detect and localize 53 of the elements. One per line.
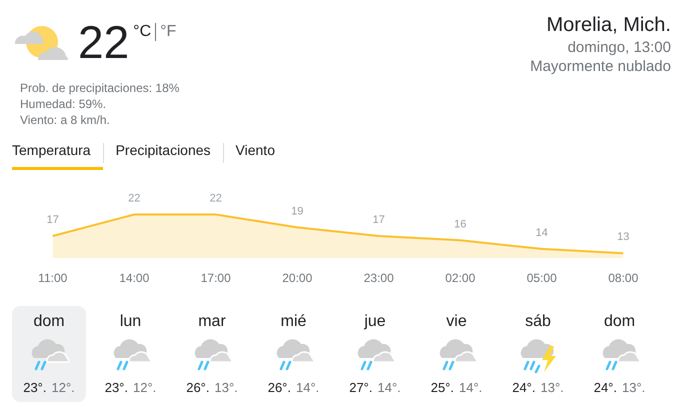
high-temperature: 24°. [594, 379, 617, 397]
high-temperature: 24°. [512, 379, 536, 397]
unit-toggle[interactable]: °C [133, 20, 152, 44]
location-name: Morelia, Mich. [546, 13, 671, 38]
weather-detail: Prob. de precipitaciones: 18% [20, 80, 180, 96]
day-label: dom [604, 312, 636, 332]
day-label: mar [198, 312, 226, 332]
low-temperature: 12°. [133, 379, 156, 397]
time-label: 11:00 [38, 271, 68, 285]
high-temperature: 25°. [430, 379, 454, 397]
low-temperature: 14°. [459, 379, 482, 397]
chart-tab[interactable]: Temperatura [12, 136, 103, 170]
day-label: dom [33, 312, 65, 332]
data-label: 22 [128, 192, 140, 204]
data-label: 19 [291, 205, 304, 218]
weather-condition: Mayormente nublado [530, 57, 671, 76]
unit-toggle[interactable]: °F [160, 20, 176, 44]
low-temperature: 13°. [622, 379, 646, 397]
time-label: 23:00 [364, 271, 394, 285]
high-temperature: 26°. [186, 379, 210, 397]
date-time: domingo, 13:00 [568, 38, 671, 57]
low-temperature: 13°. [540, 379, 564, 397]
current-temperature: 22 [78, 15, 130, 70]
data-label: 22 [210, 192, 222, 204]
high-temperature: 23°. [23, 379, 46, 397]
high-temperature: 27°. [349, 379, 372, 397]
time-label: 17:00 [200, 271, 231, 285]
chart-tab[interactable]: Precipitaciones [104, 136, 223, 170]
day-label: jue [364, 312, 386, 332]
data-label: 17 [46, 214, 59, 226]
data-label: 17 [372, 214, 385, 226]
day-label: sáb [525, 312, 551, 332]
weather-detail: Viento: a 8 km/h. [20, 112, 111, 128]
time-label: 14:00 [119, 271, 150, 285]
time-label: 05:00 [526, 271, 557, 285]
time-label: 08:00 [608, 271, 638, 285]
high-temperature: 26°. [268, 379, 291, 397]
chart-tab[interactable]: Viento [224, 136, 287, 170]
high-temperature: 23°. [104, 379, 128, 397]
low-temperature: 14°. [296, 379, 320, 397]
weather-detail: Humedad: 59%. [20, 96, 108, 112]
low-temperature: 14°. [378, 379, 401, 397]
low-temperature: 12°. [52, 379, 75, 397]
day-label: vie [446, 312, 467, 332]
data-label: 13 [617, 231, 630, 244]
time-label: 20:00 [282, 271, 312, 285]
low-temperature: 13°. [214, 379, 238, 397]
data-label: 16 [454, 218, 466, 230]
time-label: 02:00 [445, 271, 476, 285]
day-card[interactable]: dom 23°. 12°. [12, 306, 86, 402]
day-label: mié [280, 312, 306, 332]
day-label: lun [120, 312, 142, 332]
data-label: 14 [536, 226, 548, 239]
